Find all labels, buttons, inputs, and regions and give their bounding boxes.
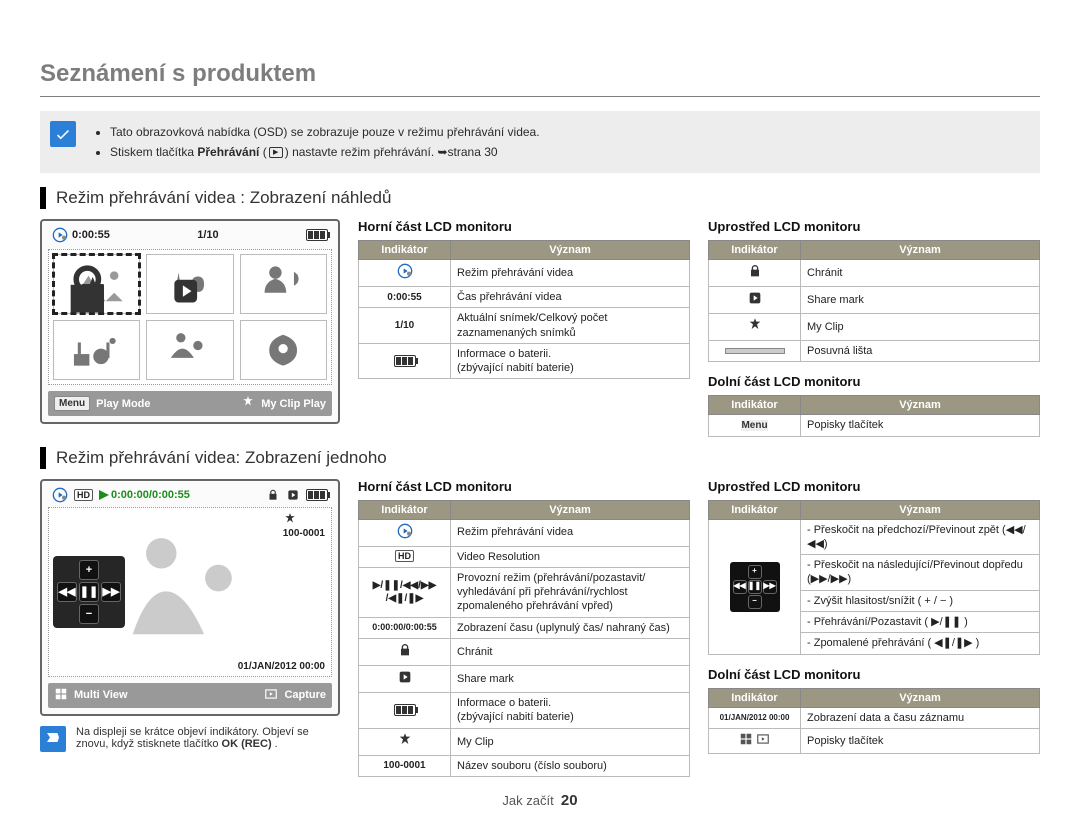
hd-icon: HD (74, 489, 93, 501)
share-icon (286, 488, 300, 502)
thumb-6[interactable] (240, 320, 327, 380)
battery-icon (306, 229, 328, 241)
share-icon (397, 669, 413, 685)
protect-icon (266, 488, 280, 502)
thumb-1[interactable] (53, 254, 140, 314)
playback-button-icon: ▶ (269, 147, 283, 158)
share-icon (169, 274, 212, 311)
video-mode-icon (397, 531, 413, 542)
protect-icon (747, 263, 763, 279)
multi-view-label: Multi View (74, 689, 128, 701)
share-icon (747, 290, 763, 306)
page-title: Seznámení s produktem (40, 60, 1040, 88)
battery-icon (394, 704, 416, 716)
note-icon (40, 726, 66, 752)
thumb-4[interactable] (53, 320, 140, 380)
battery-icon (306, 489, 328, 501)
datetime: 01/JAN/2012 00:00 (238, 661, 325, 672)
next-button[interactable]: ▶▶ (101, 582, 121, 602)
tip-line-2: Stiskem tlačítka Přehrávání (▶) nastavte… (110, 143, 1028, 161)
myclip-star-icon (241, 395, 255, 412)
menu-chip-icon: Menu (741, 420, 767, 431)
sec1-bot-table: IndikátorVýznam MenuPopisky tlačítek (708, 395, 1040, 436)
lcd-thumbnails: 0:00:55 1/10 (40, 219, 340, 424)
sec1-top-table: IndikátorVýznam Režim přehrávání videa 0… (358, 240, 690, 379)
myclip-icon (397, 732, 413, 748)
sec2-mid-table: IndikátorVýznam + ◀◀❚❚▶▶ − - Přeskočit n… (708, 500, 1040, 655)
lcd-time: 0:00:55 (72, 229, 110, 241)
tip-line-1: Tato obrazovková nabídka (OSD) se zobraz… (110, 123, 1028, 141)
check-icon (50, 121, 76, 147)
file-number: 100-0001 (283, 528, 325, 539)
myclip-icon (747, 317, 763, 333)
sec2-bot-title: Dolní část LCD monitoru (708, 667, 1040, 682)
sec1-mid-table: IndikátorVýznam Chránit Share mark My Cl… (708, 240, 1040, 362)
hd-icon: HD (395, 550, 414, 562)
transport-icons: ▶/❚❚/◀◀/▶▶ (373, 581, 437, 591)
sec2-top-title: Horní část LCD monitoru (358, 479, 690, 494)
scrollbar-icon (725, 348, 785, 354)
tip-callout: Tato obrazovková nabídka (OSD) se zobraz… (40, 111, 1040, 173)
playback-controls[interactable]: + ◀◀ ❚❚ ▶▶ − (53, 556, 125, 628)
vol-up-button[interactable]: + (79, 560, 99, 580)
elapsed-time: 0:00:00/0:00:55 (111, 489, 190, 501)
capture-label: Capture (284, 689, 326, 701)
play-mode-label: Play Mode (96, 398, 150, 410)
section-2-header: Režim přehrávání videa: Zobrazení jednoh… (40, 447, 1040, 469)
thumb-2[interactable] (146, 254, 233, 314)
capture-icon (264, 687, 278, 704)
sec1-bot-title: Dolní část LCD monitoru (708, 374, 1040, 389)
video-mode-icon (52, 227, 68, 243)
sec2-top-table: IndikátorVýznam Režim přehrávání videa H… (358, 500, 690, 777)
vol-down-button[interactable]: − (79, 604, 99, 624)
menu-chip[interactable]: Menu (54, 396, 90, 411)
prev-button[interactable]: ◀◀ (57, 582, 77, 602)
section-2: HD 0:00:00/0:00:55 100-0001 01/JAN/2012 … (40, 479, 1040, 777)
sec2-mid-title: Uprostřed LCD monitoru (708, 479, 1040, 494)
page-footer: Jak začít 20 (0, 792, 1080, 809)
playback-controls-icon: + ◀◀❚❚▶▶ − (730, 562, 780, 612)
myclip-icon (75, 274, 118, 311)
video-mode-icon (52, 487, 68, 503)
multiview-icon (54, 687, 68, 704)
section-1-header: Režim přehrávání videa : Zobrazení náhle… (40, 187, 1040, 209)
section-1: 0:00:55 1/10 (40, 219, 1040, 437)
battery-icon (394, 355, 416, 367)
lcd-counter: 1/10 (197, 229, 218, 241)
capture-icon (756, 738, 770, 749)
myclip-icon (283, 512, 297, 526)
thumb-3[interactable] (240, 254, 327, 314)
sec1-mid-title: Uprostřed LCD monitoru (708, 219, 1040, 234)
display-note: Na displeji se krátce objeví indikátory.… (40, 726, 340, 752)
title-rule (40, 96, 1040, 97)
my-clip-play-label: My Clip Play (261, 398, 326, 410)
play-icon (99, 490, 109, 500)
video-mode-icon (397, 271, 413, 282)
pause-button[interactable]: ❚❚ (79, 582, 99, 602)
protect-icon (397, 642, 413, 658)
thumb-5[interactable] (146, 320, 233, 380)
sec1-top-title: Horní část LCD monitoru (358, 219, 690, 234)
lcd-single-view: HD 0:00:00/0:00:55 100-0001 01/JAN/2012 … (40, 479, 340, 716)
multiview-icon (739, 738, 753, 749)
sec2-bot-table: IndikátorVýznam 01/JAN/2012 00:00Zobraze… (708, 688, 1040, 754)
